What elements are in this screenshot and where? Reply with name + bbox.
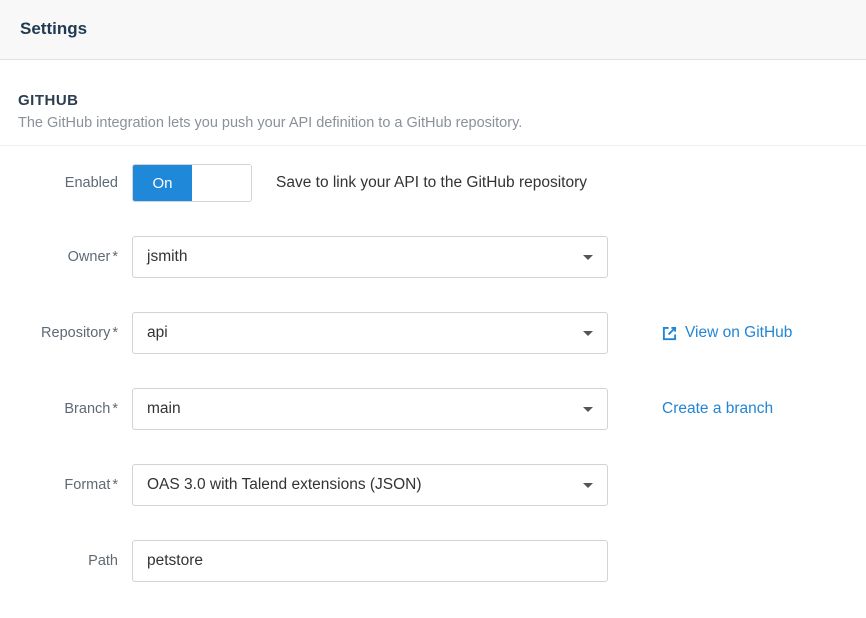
enabled-helper-text: Save to link your API to the GitHub repo… [276, 174, 587, 192]
path-input-value: petstore [147, 552, 203, 570]
branch-control-wrap: main [132, 388, 608, 430]
enabled-control-wrap: On [132, 164, 252, 202]
branch-select-value: main [147, 400, 181, 418]
owner-required-marker: * [112, 249, 118, 265]
external-link-icon [662, 326, 677, 341]
branch-label-text: Branch [64, 401, 110, 417]
repository-required-marker: * [112, 325, 118, 341]
owner-row: Owner* jsmith [18, 236, 848, 278]
section-description: The GitHub integration lets you push you… [18, 115, 848, 131]
enabled-toggle[interactable]: On [132, 164, 252, 202]
enabled-row: Enabled On Save to link your API to the … [18, 164, 848, 202]
chevron-down-icon [583, 483, 593, 488]
page-title: Settings [20, 19, 846, 39]
repository-label: Repository* [18, 325, 132, 341]
format-label-text: Format [64, 477, 110, 493]
repository-select[interactable]: api [132, 312, 608, 354]
path-control-wrap: petstore [132, 540, 608, 582]
view-on-github-link[interactable]: View on GitHub [662, 324, 792, 342]
branch-select[interactable]: main [132, 388, 608, 430]
branch-row: Branch* main Create a branch [18, 388, 848, 430]
section-title: GITHUB [18, 92, 848, 109]
owner-label: Owner* [18, 249, 132, 265]
toggle-on-half: On [133, 165, 192, 201]
format-select[interactable]: OAS 3.0 with Talend extensions (JSON) [132, 464, 608, 506]
create-branch-text: Create a branch [662, 400, 773, 418]
path-row: Path petstore [18, 540, 848, 582]
owner-select-value: jsmith [147, 248, 187, 266]
toggle-off-half [192, 165, 251, 201]
chevron-down-icon [583, 331, 593, 336]
format-required-marker: * [112, 477, 118, 493]
chevron-down-icon [583, 255, 593, 260]
enabled-label: Enabled [18, 175, 132, 191]
path-label: Path [18, 553, 132, 569]
view-on-github-text: View on GitHub [685, 324, 792, 342]
create-branch-link[interactable]: Create a branch [662, 400, 773, 418]
owner-control-wrap: jsmith [132, 236, 608, 278]
branch-required-marker: * [112, 401, 118, 417]
repository-select-value: api [147, 324, 168, 342]
chevron-down-icon [583, 407, 593, 412]
format-label: Format* [18, 477, 132, 493]
owner-select[interactable]: jsmith [132, 236, 608, 278]
owner-label-text: Owner [68, 249, 111, 265]
page-header: Settings [0, 0, 866, 60]
repository-control-wrap: api [132, 312, 608, 354]
format-row: Format* OAS 3.0 with Talend extensions (… [18, 464, 848, 506]
path-input[interactable]: petstore [132, 540, 608, 582]
github-settings-form: Enabled On Save to link your API to the … [0, 146, 866, 582]
format-select-value: OAS 3.0 with Talend extensions (JSON) [147, 476, 422, 494]
github-section-header: GITHUB The GitHub integration lets you p… [0, 60, 866, 146]
branch-label: Branch* [18, 401, 132, 417]
repository-label-text: Repository [41, 325, 110, 341]
repository-row: Repository* api View on GitHub [18, 312, 848, 354]
format-control-wrap: OAS 3.0 with Talend extensions (JSON) [132, 464, 608, 506]
